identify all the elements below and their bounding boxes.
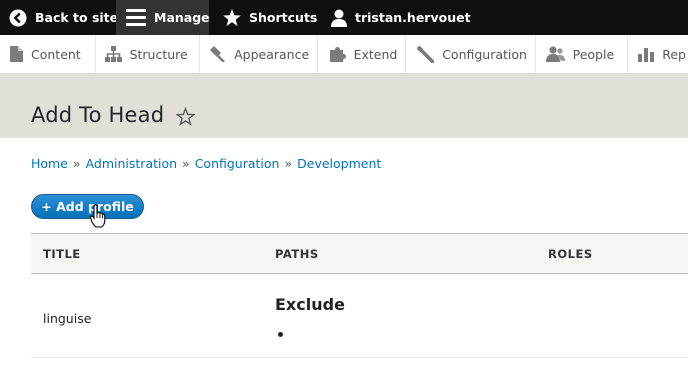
hamburger-icon <box>126 9 146 26</box>
breadcrumb-separator: » <box>182 156 190 171</box>
admin-toolbar: Back to site Manage Shortcuts tristan.he… <box>0 0 688 35</box>
tray-item-content[interactable]: Content <box>0 35 96 73</box>
breadcrumb-separator: » <box>72 156 81 171</box>
shortcuts-tab[interactable]: Shortcuts <box>209 0 319 35</box>
breadcrumb-administration[interactable]: Administration <box>86 156 177 171</box>
tray-item-reports[interactable]: Rep <box>628 35 688 73</box>
add-profile-button[interactable]: + Add profile <box>31 194 144 219</box>
page-title: Add To Head <box>31 103 165 127</box>
user-icon <box>331 9 347 27</box>
sitemap-icon <box>104 46 122 62</box>
table-row: linguise Exclude <box>31 274 688 358</box>
column-header-roles: ROLES <box>548 247 593 261</box>
back-arrow-icon <box>9 9 27 27</box>
chart-icon <box>638 46 655 62</box>
tray-label-structure: Structure <box>129 46 188 62</box>
paint-icon <box>209 46 226 62</box>
row-paths-heading: Exclude <box>275 295 345 314</box>
file-icon <box>10 46 23 62</box>
back-to-site-label: Back to site <box>35 10 119 25</box>
row-title: linguise <box>43 311 92 326</box>
breadcrumb-configuration[interactable]: Configuration <box>195 156 280 171</box>
tray-item-configuration[interactable]: Configuration <box>406 35 536 73</box>
wrench-icon <box>417 45 435 63</box>
tray-label-extend: Extend <box>353 46 398 62</box>
tray-label-configuration: Configuration <box>442 46 527 62</box>
puzzle-icon <box>329 46 346 62</box>
hand-cursor-icon <box>89 204 106 232</box>
tray-item-appearance[interactable]: Appearance <box>200 35 318 73</box>
list-bullet <box>278 332 283 337</box>
admin-tray: Content Structure Appearance Extend Conf… <box>0 35 688 74</box>
manage-label: Manage <box>154 10 210 25</box>
breadcrumb-separator: » <box>284 156 293 171</box>
breadcrumb-home[interactable]: Home <box>31 156 68 171</box>
breadcrumb: Home » Administration » Configuration » Develo… <box>31 156 381 171</box>
star-icon <box>223 9 241 26</box>
tray-label-people: People <box>572 46 615 62</box>
shortcut-star-icon[interactable] <box>175 106 196 130</box>
column-header-paths: PATHS <box>275 247 319 261</box>
shortcuts-label: Shortcuts <box>249 10 318 25</box>
breadcrumb-development[interactable]: Development <box>297 156 381 171</box>
tray-label-appearance: Appearance <box>234 46 310 62</box>
tray-item-structure[interactable]: Structure <box>96 35 201 73</box>
people-icon <box>545 46 565 62</box>
tray-item-people[interactable]: People <box>536 35 629 73</box>
user-label: tristan.hervouet <box>355 10 471 25</box>
tray-label-content: Content <box>31 46 81 62</box>
back-to-site-link[interactable]: Back to site <box>0 0 119 35</box>
tray-item-extend[interactable]: Extend <box>318 35 407 73</box>
profiles-table: TITLE PATHS ROLES linguise Exclude <box>31 233 688 358</box>
table-header: TITLE PATHS ROLES <box>31 233 688 274</box>
column-header-title: TITLE <box>43 247 81 261</box>
user-tab[interactable]: tristan.hervouet <box>319 0 471 35</box>
tray-label-reports: Rep <box>662 46 686 62</box>
manage-tab[interactable]: Manage <box>116 0 210 35</box>
